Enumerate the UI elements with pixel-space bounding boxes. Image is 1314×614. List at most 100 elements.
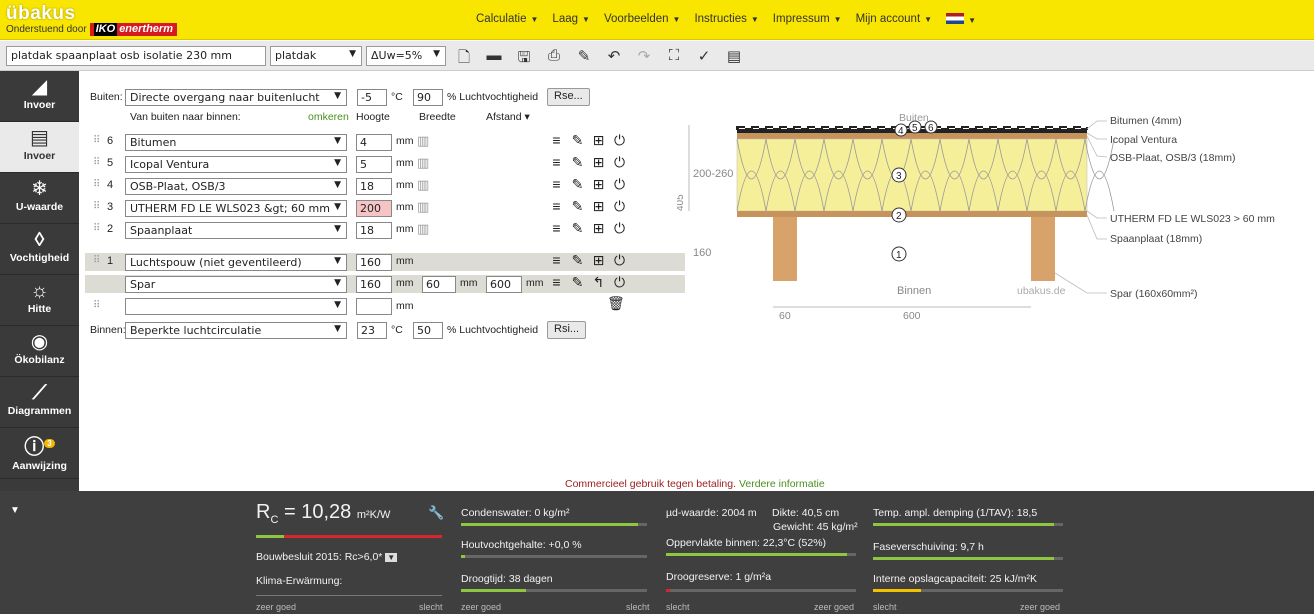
outside-humidity-input[interactable]: 90 <box>413 89 443 106</box>
undo-icon[interactable]: ↶ <box>602 47 626 65</box>
menu-icon[interactable]: ≡ <box>549 274 564 291</box>
layer-height-input[interactable]: 5 <box>356 156 392 173</box>
layer-material-select[interactable]: Luchtspouw (niet geventileerd) ▼ <box>125 254 347 271</box>
layer-height-input[interactable]: 4 <box>356 134 392 151</box>
layer-material-select[interactable]: UTHERM FD LE WLS023 &gt; 60 mm ▼ <box>125 200 347 217</box>
power-icon[interactable]: ⏻ <box>612 198 627 215</box>
power-icon[interactable]: ⏻ <box>612 132 627 149</box>
new-layer-height-input[interactable] <box>356 298 392 315</box>
sidebar-item-diagrammen[interactable]: ⟋ Diagrammen <box>0 377 79 428</box>
save-icon[interactable]: 🖫 <box>512 47 536 66</box>
wood-fill-icon[interactable]: ▥ <box>417 221 439 238</box>
inside-condition-select[interactable]: Beperkte luchtcirculatie ▼ <box>125 322 347 339</box>
add-sublayer-icon[interactable]: ⊞ <box>591 154 606 171</box>
power-icon[interactable]: ⏻ <box>612 252 627 269</box>
layer-height-input[interactable]: 18 <box>356 222 392 239</box>
add-sublayer-icon[interactable]: ⊞ <box>591 220 606 237</box>
wood-fill-icon[interactable]: ▥ <box>417 133 439 150</box>
drag-handle-icon[interactable]: ⠿ <box>93 255 100 266</box>
menu-icon[interactable]: ≡ <box>549 154 564 171</box>
trash-icon[interactable]: 🗑 <box>607 295 625 312</box>
comment-icon[interactable]: ▤ <box>722 47 746 65</box>
add-sublayer-icon[interactable]: ⊞ <box>591 132 606 149</box>
sublayer-height-input[interactable]: 160 <box>356 276 392 293</box>
pdf-icon[interactable]: ⎙ <box>542 47 566 65</box>
pencil-icon[interactable]: ✎ <box>570 252 585 269</box>
more-info-link[interactable]: Verdere informatie <box>739 478 825 490</box>
menu-icon[interactable]: ≡ <box>549 252 564 269</box>
open-folder-icon[interactable]: ▬ <box>482 47 506 65</box>
edit-icon[interactable]: ✎ <box>572 47 596 65</box>
dropdown-icon[interactable]: ▼ <box>385 553 398 562</box>
outside-condition-select[interactable]: Directe overgang naar buitenlucht ▼ <box>125 89 347 106</box>
nav-instructies[interactable]: Instructies ▼ <box>694 13 758 26</box>
layer-material-select[interactable]: Spaanplaat ▼ <box>125 222 347 239</box>
pencil-icon[interactable]: ✎ <box>570 198 585 215</box>
nav-calculatie[interactable]: Calculatie ▼ <box>476 13 538 26</box>
nav-voorbeelden[interactable]: Voorbeelden ▼ <box>604 13 681 26</box>
rsi-button[interactable]: Rsi... <box>547 321 587 339</box>
language-selector[interactable]: ▼ <box>946 13 976 26</box>
sidebar-item-u-waarde[interactable]: ❄ U-waarde <box>0 173 79 224</box>
distance-header[interactable]: Afstand ▾ <box>486 111 530 123</box>
reverse-link[interactable]: omkeren <box>308 111 349 123</box>
drag-handle-icon[interactable]: ⠿ <box>93 179 100 190</box>
add-sublayer-icon[interactable]: ⊞ <box>591 252 606 269</box>
drag-handle-icon[interactable]: ⠿ <box>93 135 100 146</box>
sidebar-item-vochtigheid[interactable]: ◊ Vochtigheid <box>0 224 79 275</box>
menu-icon[interactable]: ≡ <box>549 132 564 149</box>
sublayer-width-input[interactable]: 60 <box>422 276 456 293</box>
redo-icon[interactable]: ↷ <box>632 47 656 65</box>
drag-handle-icon[interactable]: ⠿ <box>93 201 100 212</box>
add-sublayer-icon[interactable]: ⊞ <box>591 198 606 215</box>
menu-icon[interactable]: ≡ <box>549 220 564 237</box>
pencil-icon[interactable]: ✎ <box>570 176 585 193</box>
delta-u-select[interactable]: ΔUw=5% ▼ <box>366 46 446 66</box>
layer-material-select[interactable]: Bitumen ▼ <box>125 134 347 151</box>
layer-height-input[interactable]: 200 <box>356 200 392 217</box>
wood-fill-icon[interactable]: ▥ <box>417 177 439 194</box>
pencil-icon[interactable]: ✎ <box>570 132 585 149</box>
drag-handle-icon[interactable]: ⠿ <box>93 157 100 168</box>
layer-material-select[interactable]: Icopal Ventura ▼ <box>125 156 347 173</box>
construction-type-select[interactable]: platdak ▼ <box>270 46 362 66</box>
wood-fill-icon[interactable]: ▥ <box>417 199 439 216</box>
logo[interactable]: übakus Onderstuend door IKO enertherm <box>6 3 177 36</box>
layer-material-select[interactable]: OSB-Plaat, OSB/3 ▼ <box>125 178 347 195</box>
new-layer-select[interactable]: ▼ <box>125 298 347 315</box>
collapse-icon[interactable]: ▼ <box>10 505 20 516</box>
power-icon[interactable]: ⏻ <box>612 220 627 237</box>
wood-fill-icon[interactable]: ▥ <box>417 155 439 172</box>
nav-impressum[interactable]: Impressum ▼ <box>773 13 842 26</box>
add-sublayer-icon[interactable]: ⊞ <box>591 176 606 193</box>
nav-laag[interactable]: Laag ▼ <box>552 13 590 26</box>
drag-handle-icon[interactable]: ⠿ <box>93 223 100 234</box>
power-icon[interactable]: ⏻ <box>612 274 627 291</box>
wrench-icon[interactable]: 🔧 <box>428 505 444 521</box>
menu-icon[interactable]: ≡ <box>549 176 564 193</box>
new-file-icon[interactable]: 🗋 <box>452 47 476 66</box>
menu-icon[interactable]: ≡ <box>549 198 564 215</box>
sublayer-material-select[interactable]: Spar ▼ <box>125 276 347 293</box>
sublayer-distance-input[interactable]: 600 <box>486 276 522 293</box>
layer-height-input[interactable]: 18 <box>356 178 392 195</box>
pencil-icon[interactable]: ✎ <box>570 154 585 171</box>
return-icon[interactable]: ↰ <box>591 274 606 291</box>
inside-temp-input[interactable]: 23 <box>357 322 387 339</box>
sidebar-item-hitte[interactable]: ☼ Hitte <box>0 275 79 326</box>
sidebar-item-okobilanz[interactable]: ◉ Ökobilanz <box>0 326 79 377</box>
power-icon[interactable]: ⏻ <box>612 176 627 193</box>
pencil-icon[interactable]: ✎ <box>570 274 585 291</box>
rse-button[interactable]: Rse... <box>547 88 590 106</box>
power-icon[interactable]: ⏻ <box>612 154 627 171</box>
sidebar-item-aanwijzing[interactable]: ⓘ 3 Aanwijzing <box>0 428 79 479</box>
sidebar-item-invoer-2[interactable]: ▤ Invoer <box>0 122 79 173</box>
fullscreen-icon[interactable]: ⛶ <box>662 47 686 65</box>
pencil-icon[interactable]: ✎ <box>570 220 585 237</box>
inside-humidity-input[interactable]: 50 <box>413 322 443 339</box>
outside-temp-input[interactable]: -5 <box>357 89 387 106</box>
project-name-input[interactable]: platdak spaanplaat osb isolatie 230 mm <box>6 46 266 66</box>
layer-height-input[interactable]: 160 <box>356 254 392 271</box>
sidebar-item-invoer-1[interactable]: ◢ Invoer <box>0 71 79 122</box>
nav-account[interactable]: Mijn account ▼ <box>856 13 932 26</box>
